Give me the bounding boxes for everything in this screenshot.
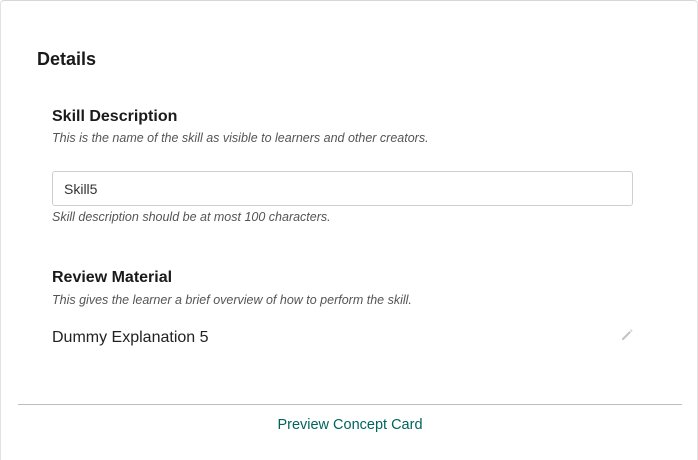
skill-description-input[interactable] bbox=[52, 171, 633, 206]
skill-description-hint: This is the name of the skill as visible… bbox=[52, 131, 429, 145]
skill-description-limit-hint: Skill description should be at most 100 … bbox=[52, 210, 331, 224]
preview-concept-card-link[interactable]: Preview Concept Card bbox=[1, 415, 698, 435]
skill-description-label: Skill Description bbox=[52, 108, 178, 125]
skill-details-card: Details Skill Description This is the na… bbox=[0, 0, 698, 460]
review-material-label: Review Material bbox=[52, 269, 173, 286]
details-heading: Details bbox=[37, 49, 97, 69]
review-material-hint: This gives the learner a brief overview … bbox=[52, 293, 412, 307]
review-material-content[interactable]: Dummy Explanation 5 bbox=[52, 328, 209, 348]
footer-divider bbox=[18, 404, 682, 405]
pencil-icon[interactable] bbox=[620, 328, 634, 342]
